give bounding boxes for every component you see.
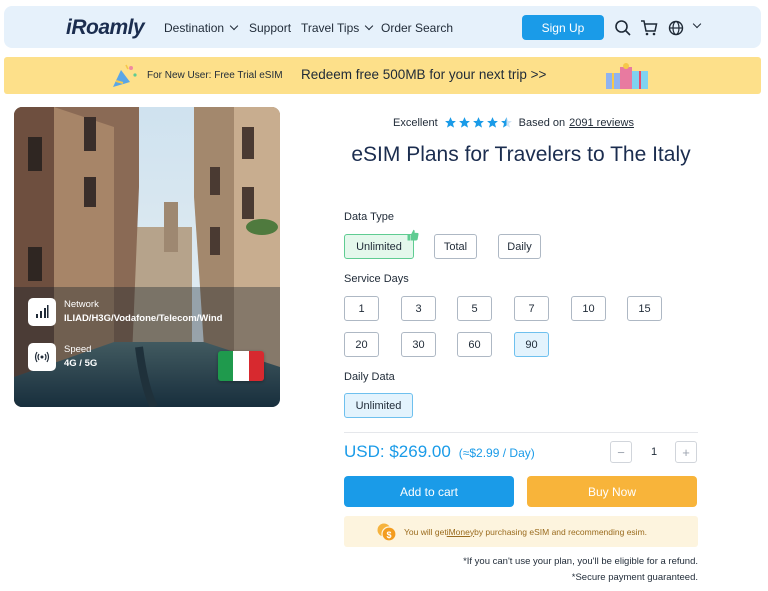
wireless-signal-icon bbox=[28, 343, 56, 371]
star-icon bbox=[472, 117, 484, 128]
buy-now-button[interactable]: Buy Now bbox=[527, 476, 697, 507]
page-title: eSIM Plans for Travelers to The Italy bbox=[351, 143, 691, 166]
chevron-down-icon bbox=[229, 21, 239, 31]
imoney-info: $ You will get iMoney by purchasing eSIM… bbox=[344, 516, 698, 547]
nav-item-label: Support bbox=[249, 21, 292, 35]
refund-note: *If you can't use your plan, you'll be e… bbox=[463, 556, 698, 567]
service-days-option[interactable]: 5 bbox=[457, 296, 492, 321]
nav-item-label: Destination bbox=[164, 21, 225, 35]
daily-data-label: Daily Data bbox=[344, 371, 395, 383]
nav-item-travel-tips[interactable]: Travel Tips bbox=[301, 21, 374, 35]
speed-value: 4G / 5G bbox=[64, 358, 98, 369]
service-days-option[interactable]: 7 bbox=[514, 296, 549, 321]
service-days-option[interactable]: 20 bbox=[344, 332, 379, 357]
price-main: USD: $269.00 bbox=[344, 442, 451, 461]
service-days-option[interactable]: 3 bbox=[401, 296, 436, 321]
chevron-down-icon bbox=[365, 21, 374, 31]
quantity-decrement-button[interactable]: − bbox=[610, 441, 632, 463]
service-days-option[interactable]: 30 bbox=[401, 332, 436, 357]
star-icon bbox=[444, 117, 456, 128]
rating-prefix: Based on bbox=[518, 116, 566, 129]
network-label: Network bbox=[64, 299, 99, 310]
service-days-label: Service Days bbox=[344, 273, 409, 285]
half-star-icon bbox=[500, 117, 512, 128]
coins-icon: $ bbox=[377, 523, 397, 542]
speed-label: Speed bbox=[64, 344, 92, 355]
party-popper-icon bbox=[113, 64, 137, 87]
service-days-option-selected[interactable]: 90 bbox=[514, 332, 549, 357]
star-icon bbox=[486, 117, 498, 128]
speed-spec: Speed 4G / 5G bbox=[28, 343, 97, 371]
sign-up-button[interactable]: Sign Up bbox=[522, 15, 604, 40]
reviews-link[interactable]: 2091 reviews bbox=[569, 117, 634, 129]
service-days-option[interactable]: 60 bbox=[457, 332, 492, 357]
nav-item-support[interactable]: Support bbox=[249, 21, 291, 35]
daily-data-unlimited[interactable]: Unlimited bbox=[344, 393, 413, 418]
quantity-value[interactable]: 1 bbox=[633, 441, 675, 463]
imoney-suffix: by purchasing eSIM and recommending esim… bbox=[474, 526, 648, 537]
rating-bar: Excellent Based on 2091 reviews bbox=[393, 116, 634, 129]
search-icon[interactable] bbox=[614, 19, 632, 37]
page: iRoamly Destination Support Travel Tips … bbox=[0, 0, 768, 591]
thumbs-up-icon bbox=[407, 229, 419, 241]
imoney-link[interactable]: iMoney bbox=[447, 527, 474, 537]
italy-flag-icon bbox=[218, 351, 264, 381]
star-icon bbox=[458, 117, 470, 128]
service-days-option[interactable]: 1 bbox=[344, 296, 379, 321]
data-type-label: Data Type bbox=[344, 211, 394, 223]
secure-note: *Secure payment guaranteed. bbox=[571, 572, 698, 583]
logo[interactable]: iRoamly bbox=[66, 16, 145, 40]
globe-icon[interactable] bbox=[667, 19, 685, 37]
network-spec: Network ILIAD/H3G/Vodafone/Telecom/Wind bbox=[28, 298, 222, 326]
signal-bars-icon bbox=[28, 298, 56, 326]
nav-item-label: Travel Tips bbox=[301, 21, 360, 35]
top-nav: iRoamly Destination Support Travel Tips … bbox=[4, 6, 761, 48]
price-per-day: (≈$2.99 / Day) bbox=[458, 446, 535, 460]
service-days-option[interactable]: 10 bbox=[571, 296, 606, 321]
banner-small-text: For New User: Free Trial eSIM bbox=[147, 70, 283, 81]
nav-item-destination[interactable]: Destination bbox=[164, 21, 239, 35]
divider bbox=[344, 432, 698, 433]
data-type-daily[interactable]: Daily bbox=[498, 234, 541, 259]
nav-item-order-search[interactable]: Order Search bbox=[381, 21, 453, 35]
imoney-prefix: You will get bbox=[404, 526, 447, 537]
chevron-down-icon[interactable] bbox=[692, 19, 702, 29]
svg-text:$: $ bbox=[386, 530, 391, 540]
nav-item-label: Order Search bbox=[381, 21, 454, 35]
star-rating bbox=[444, 116, 513, 129]
service-days-option[interactable]: 15 bbox=[627, 296, 662, 321]
banner-big-text[interactable]: Redeem free 500MB for your next trip >> bbox=[301, 67, 546, 82]
data-type-unlimited[interactable]: Unlimited bbox=[344, 234, 414, 259]
cart-icon[interactable] bbox=[640, 19, 658, 37]
data-type-total[interactable]: Total bbox=[434, 234, 477, 259]
rating-label: Excellent bbox=[393, 116, 438, 129]
add-to-cart-button[interactable]: Add to cart bbox=[344, 476, 514, 507]
quantity-increment-button[interactable]: + bbox=[675, 441, 697, 463]
gift-boxes-icon bbox=[606, 63, 648, 89]
network-value: ILIAD/H3G/Vodafone/Telecom/Wind bbox=[64, 313, 223, 324]
price: USD: $269.00 (≈$2.99 / Day) bbox=[344, 442, 535, 462]
promo-banner[interactable]: For New User: Free Trial eSIM Redeem fre… bbox=[4, 57, 761, 94]
